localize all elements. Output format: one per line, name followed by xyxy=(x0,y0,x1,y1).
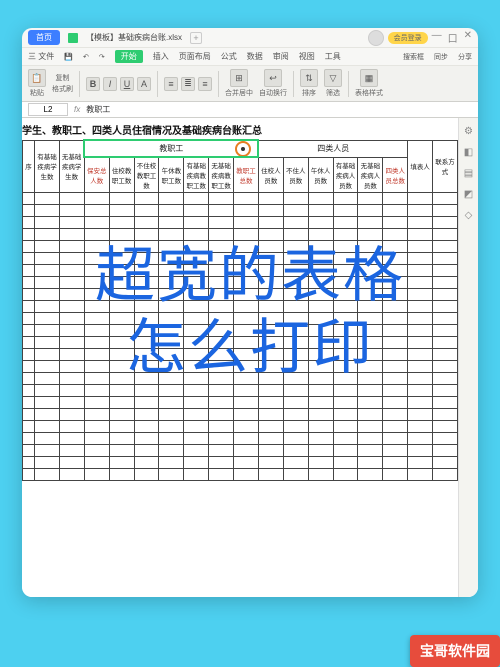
right-sidebar: ⚙ ◧ ▤ ◩ ◇ xyxy=(458,118,478,597)
font-color-button[interactable]: A xyxy=(137,77,151,91)
paste-icon[interactable]: 📋 xyxy=(28,69,46,87)
sheet-title: 学生、教职工、四类人员住宿情况及基础疾病台账汇总 xyxy=(22,118,458,139)
col-filler: 填表人 xyxy=(408,140,433,193)
wrap-icon[interactable]: ↩ xyxy=(264,69,282,87)
sidebar-icon[interactable]: ◧ xyxy=(464,147,473,158)
align-right-icon[interactable]: ≡ xyxy=(198,77,212,91)
share-button[interactable]: 分享 xyxy=(458,52,472,62)
filter-icon[interactable]: ▽ xyxy=(324,69,342,87)
cursor-indicator xyxy=(235,141,251,157)
tab-tools[interactable]: 工具 xyxy=(325,51,341,62)
table-style-label: 表格样式 xyxy=(355,88,383,98)
col-h9: 教职工总数 xyxy=(234,157,259,193)
home-button[interactable]: 首页 xyxy=(28,30,60,45)
align-center-icon[interactable]: ≣ xyxy=(181,77,195,91)
fx-icon[interactable]: fx xyxy=(74,105,80,114)
col-h11: 不住人员数 xyxy=(283,157,308,193)
sync-button[interactable]: 同步 xyxy=(434,52,448,62)
wrap-label: 自动换行 xyxy=(259,88,287,98)
col-h6: 午休教职工数 xyxy=(159,157,184,193)
format-label[interactable]: 格式刷 xyxy=(52,84,73,94)
sidebar-icon[interactable]: ⚙ xyxy=(464,126,473,137)
col-h8: 无基础疾病教职工数 xyxy=(209,157,234,193)
tab-data[interactable]: 数据 xyxy=(247,51,263,62)
close-icon[interactable]: ✕ xyxy=(464,30,472,45)
filter-label: 筛选 xyxy=(326,88,340,98)
group-header-1[interactable]: 教职工 xyxy=(84,140,258,157)
sidebar-icon[interactable]: ◩ xyxy=(464,189,473,200)
undo-icon[interactable]: ↶ xyxy=(83,53,89,61)
maximize-icon[interactable]: 口 xyxy=(448,30,458,45)
merge-label: 合并居中 xyxy=(225,88,253,98)
sheet-icon xyxy=(68,33,78,43)
tab-formula[interactable]: 公式 xyxy=(221,51,237,62)
save-icon[interactable]: 💾 xyxy=(64,53,73,61)
ribbon-menu: 三 文件 💾 ↶ ↷ 开始 插入 页面布局 公式 数据 审阅 视图 工具 搜索框… xyxy=(22,48,478,66)
italic-button[interactable]: I xyxy=(103,77,117,91)
col-contact: 联系方式 xyxy=(433,140,458,193)
col-h14: 无基础疾病人员数 xyxy=(358,157,383,193)
sidebar-icon[interactable]: ▤ xyxy=(464,168,473,179)
col-h12: 午休人员数 xyxy=(308,157,333,193)
avatar[interactable] xyxy=(368,30,384,46)
col-seq: 序 xyxy=(23,140,35,193)
col-h7: 有基础疾病教职工数 xyxy=(184,157,209,193)
tab-home[interactable]: 开始 xyxy=(115,50,143,63)
align-left-icon[interactable]: ≡ xyxy=(164,77,178,91)
sidebar-icon[interactable]: ◇ xyxy=(465,210,473,221)
bold-button[interactable]: B xyxy=(86,77,100,91)
paste-label: 粘贴 xyxy=(30,88,44,98)
tab-review[interactable]: 审阅 xyxy=(273,51,289,62)
col-h4: 住校教职工数 xyxy=(109,157,134,193)
underline-button[interactable]: U xyxy=(120,77,134,91)
col-h2: 无基础疾病学生数 xyxy=(59,140,84,193)
spreadsheet-grid[interactable]: 学生、教职工、四类人员住宿情况及基础疾病台账汇总 序 有基础疾病学生数 无基础疾… xyxy=(22,118,458,597)
copy-label[interactable]: 复制 xyxy=(56,73,70,83)
titlebar: 首页 【模板】基础疾病台账.xlsx + 会员登录 — 口 ✕ xyxy=(22,28,478,48)
vip-badge[interactable]: 会员登录 xyxy=(388,32,428,44)
group-header-2: 四类人员 xyxy=(258,140,407,157)
document-tab[interactable]: 【模板】基础疾病台账.xlsx xyxy=(86,32,182,43)
sort-label: 排序 xyxy=(302,88,316,98)
col-h10: 住校人员数 xyxy=(258,157,283,193)
col-h3: 保安总人数 xyxy=(84,157,109,193)
search-box[interactable]: 搜索框 xyxy=(403,52,424,62)
merge-icon[interactable]: ⊞ xyxy=(230,69,248,87)
tab-view[interactable]: 视图 xyxy=(299,51,315,62)
cell-reference[interactable]: L2 xyxy=(28,103,68,116)
formula-value[interactable]: 教职工 xyxy=(86,104,110,115)
col-h15: 四类人员总数 xyxy=(383,157,408,193)
minimize-icon[interactable]: — xyxy=(432,30,442,45)
redo-icon[interactable]: ↷ xyxy=(99,53,105,61)
file-menu[interactable]: 三 文件 xyxy=(28,51,54,62)
col-h5: 不住校教职工数 xyxy=(134,157,159,193)
tab-layout[interactable]: 页面布局 xyxy=(179,51,211,62)
watermark: 宝哥软件园 xyxy=(410,635,500,667)
add-tab-button[interactable]: + xyxy=(190,32,202,44)
sort-icon[interactable]: ⇅ xyxy=(300,69,318,87)
tab-insert[interactable]: 插入 xyxy=(153,51,169,62)
col-h13: 有基础疾病人员数 xyxy=(333,157,358,193)
toolbar: 📋粘贴 复制格式刷 B I U A ≡ ≣ ≡ ⊞合并居中 ↩自动换行 ⇅排序 … xyxy=(22,66,478,102)
table-style-icon[interactable]: ▦ xyxy=(360,69,378,87)
col-h1: 有基础疾病学生数 xyxy=(35,140,60,193)
table-body[interactable] xyxy=(23,193,458,481)
formula-bar: L2 fx 教职工 xyxy=(22,102,478,118)
